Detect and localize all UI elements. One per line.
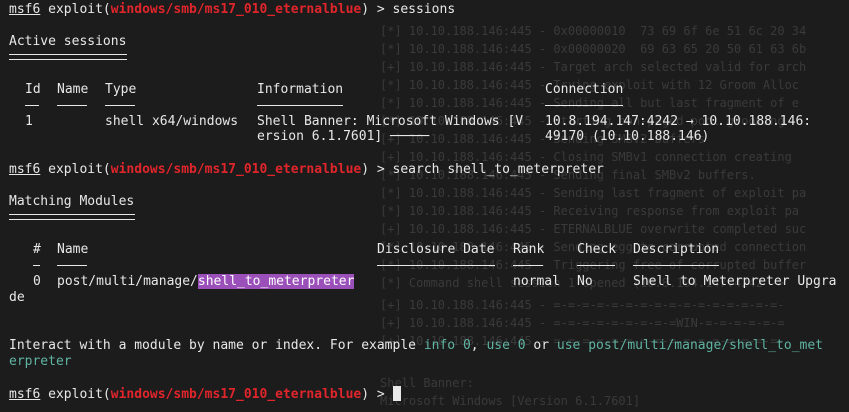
prompt-suffix: ) > (361, 387, 393, 402)
section-title-matching-modules: Matching Modules (9, 194, 135, 209)
col-header-information: Information (257, 82, 344, 97)
interact-hint: Interact with a module by name or index.… (9, 338, 823, 354)
command-text: sessions (392, 2, 456, 17)
prompt-module-name: windows/smb/ms17_010_eternalblue (110, 162, 362, 177)
col-header-name: Name (57, 242, 89, 257)
module-check: No (577, 274, 593, 289)
hint-command-use-index[interactable]: use 0 (486, 338, 525, 353)
module-name[interactable]: post/multi/manage/shell_to_meterpreter (57, 274, 355, 290)
prompt-line-search: msf6 exploit(windows/smb/ms17_010_eterna… (9, 162, 604, 178)
session-information-wrap: ersion 6.1.7601] ───── (257, 129, 430, 144)
col-underline (545, 105, 623, 106)
msf-prompt-label: msf6 (9, 387, 41, 402)
col-underline (57, 105, 87, 106)
prompt-suffix: ) > (361, 2, 393, 17)
hint-text: Interact with a module by name or index.… (9, 338, 424, 353)
col-header-number: # (33, 242, 41, 257)
hint-text: , (470, 338, 487, 353)
col-underline (633, 265, 719, 266)
col-header-type: Type (105, 82, 137, 97)
col-underline (57, 265, 87, 266)
col-underline (105, 105, 135, 106)
module-description: Shell to Meterpreter Upgra (633, 274, 837, 289)
session-connection-wrap: 49170 (10.10.188.146) (545, 129, 710, 144)
session-information: Shell Banner: Microsoft Windows [V (257, 114, 524, 129)
col-header-description: Description (633, 242, 720, 257)
prompt-exploit-prefix: exploit( (40, 387, 111, 402)
col-header-check: Check (577, 242, 617, 257)
prompt-exploit-prefix: exploit( (40, 162, 111, 177)
col-header-id: Id (25, 82, 41, 97)
col-underline (33, 265, 40, 266)
title-double-underline (9, 54, 127, 60)
module-rank: normal (513, 274, 560, 289)
col-header-rank: Rank (513, 242, 545, 257)
session-connection: 10.8.194.147:4242 → 10.10.188.146: (545, 114, 812, 129)
terminal-window[interactable]: [*] 10.10.188.146:445 - 0x00000010 73 69… (0, 0, 849, 412)
prompt-suffix: ) > (361, 162, 393, 177)
msf-prompt-label: msf6 (9, 2, 41, 17)
hint-command-use-path-wrap[interactable]: erpreter (9, 354, 72, 370)
title-double-underline (9, 214, 135, 220)
module-number[interactable]: 0 (33, 274, 41, 290)
prompt-module-name: windows/smb/ms17_010_eternalblue (110, 387, 362, 402)
text-cursor (392, 386, 401, 401)
msf-prompt-label: msf6 (9, 162, 41, 177)
command-text: search shell_to_meterpreter (392, 162, 604, 177)
module-description-wrap: de (9, 290, 25, 305)
col-header-connection: Connection (545, 82, 624, 97)
prompt-line-current[interactable]: msf6 exploit(windows/smb/ms17_010_eterna… (9, 386, 401, 403)
col-underline (25, 105, 39, 106)
terminal-output: msf6 exploit(windows/smb/ms17_010_eterna… (0, 0, 849, 412)
col-header-name: Name (57, 82, 89, 97)
prompt-line-sessions: msf6 exploit(windows/smb/ms17_010_eterna… (9, 2, 455, 18)
hint-command-use-path[interactable]: use post/multi/manage/shell_to_met (557, 338, 823, 353)
col-underline (377, 265, 495, 266)
col-underline (577, 265, 615, 266)
hint-text: or (525, 338, 557, 353)
col-header-disclosure-date: Disclosure Date (377, 242, 495, 257)
module-name-prefix: post/multi/manage/ (57, 274, 198, 289)
module-name-highlight: shell_to_meterpreter (197, 274, 355, 289)
session-id[interactable]: 1 (25, 114, 33, 130)
section-title-active-sessions: Active sessions (9, 34, 127, 49)
col-underline (513, 265, 543, 266)
prompt-exploit-prefix: exploit( (40, 2, 111, 17)
col-underline (257, 105, 343, 106)
session-type: shell x64/windows (105, 114, 239, 129)
prompt-module-name: windows/smb/ms17_010_eternalblue (110, 2, 362, 17)
hint-command-info[interactable]: info 0 (424, 338, 471, 353)
